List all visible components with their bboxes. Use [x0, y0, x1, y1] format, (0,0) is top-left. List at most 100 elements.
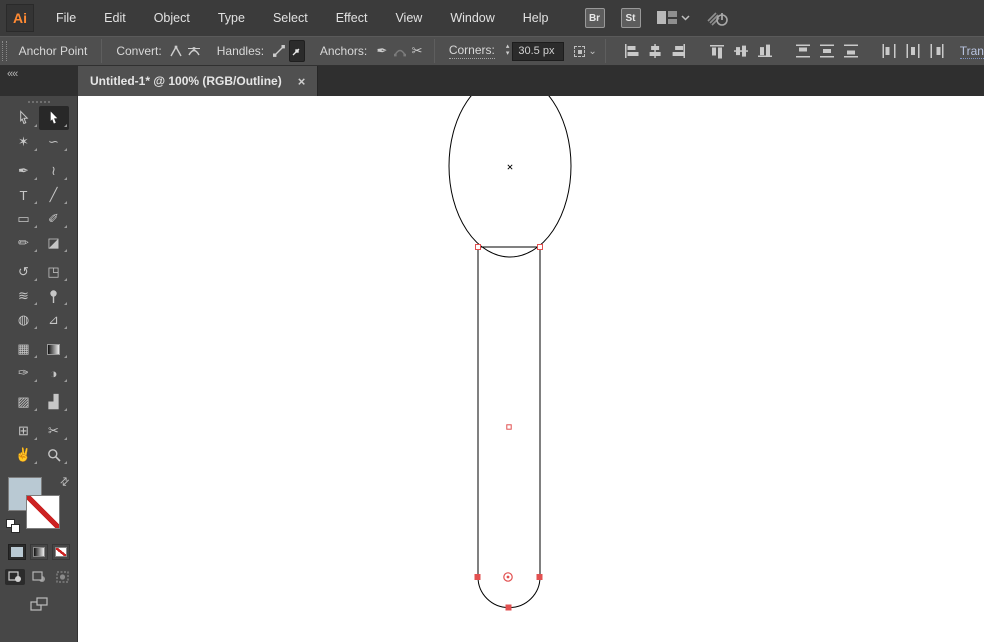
symbol-sprayer-tool[interactable]: ▨	[9, 390, 39, 414]
stock-icon[interactable]: St	[620, 8, 641, 28]
default-fill-chip	[10, 524, 20, 533]
paintbrush-tool[interactable]: ✐	[39, 207, 69, 231]
draw-inside-button[interactable]	[53, 569, 73, 585]
horizontal-distribute-right-icon[interactable]	[927, 40, 947, 62]
paint-style-row	[7, 544, 70, 560]
eyedropper-tool[interactable]: ✑	[9, 361, 39, 385]
anchor-point-selected[interactable]	[536, 574, 543, 580]
anchor-point[interactable]	[537, 244, 543, 250]
pencil-tool[interactable]: ✏	[9, 231, 39, 255]
mesh-tool[interactable]: ▦	[9, 337, 39, 361]
workspace-switcher[interactable]	[656, 11, 690, 25]
menu-view[interactable]: View	[381, 11, 436, 25]
hand-tool[interactable]: ✌	[9, 443, 39, 467]
bridge-icon[interactable]: Br	[584, 8, 605, 28]
gradient-button[interactable]	[29, 544, 48, 560]
separator	[101, 39, 103, 63]
artwork-layer	[448, 96, 572, 611]
select-similar-options[interactable]: ⌄	[574, 45, 597, 57]
fill-stroke-control: ⇄	[5, 474, 73, 535]
menu-type[interactable]: Type	[204, 11, 259, 25]
default-fill-stroke-icon[interactable]	[5, 519, 20, 533]
anchor-point[interactable]	[475, 244, 481, 250]
transform-link[interactable]: Tran	[959, 44, 984, 59]
context-label: Anchor Point	[18, 44, 88, 58]
swap-fill-stroke-icon[interactable]: ⇄	[57, 474, 73, 489]
shape-builder-tool[interactable]: ◍	[9, 308, 39, 332]
chevron-down-icon: ⌄	[588, 45, 597, 57]
horizontal-distribute-center-icon[interactable]	[903, 40, 923, 62]
corners-stepper[interactable]: ▴ ▾	[506, 43, 510, 58]
ellipse-center-marker	[507, 164, 513, 170]
draw-behind-button[interactable]	[29, 569, 49, 585]
line-segment-tool[interactable]: ╱	[39, 183, 69, 207]
spoon-bowl-path[interactable]	[448, 96, 572, 258]
convert-to-corner-button[interactable]	[169, 40, 185, 62]
close-icon[interactable]: ×	[298, 74, 306, 89]
zoom-tool[interactable]	[39, 443, 69, 467]
horizontal-align-right-icon[interactable]	[669, 40, 689, 62]
horizontal-distribute-left-icon[interactable]	[879, 40, 899, 62]
perspective-grid-tool[interactable]: ⊿	[39, 308, 69, 332]
vertical-distribute-center-icon[interactable]	[817, 40, 837, 62]
vertical-distribute-top-icon[interactable]	[793, 40, 813, 62]
artboard-tool[interactable]: ⊞	[9, 419, 39, 443]
vertical-align-top-icon[interactable]	[707, 40, 727, 62]
curvature-tool[interactable]: ≀	[39, 159, 69, 183]
puppet-warp-tool[interactable]	[39, 284, 69, 308]
anchor-point-selected[interactable]	[474, 574, 481, 580]
menu-object[interactable]: Object	[140, 11, 204, 25]
horizontal-align-left-icon[interactable]	[621, 40, 641, 62]
collapse-panel-icon[interactable]: ««	[7, 68, 18, 80]
pen-tool[interactable]: ✒	[9, 159, 39, 183]
control-bar-grip[interactable]	[2, 41, 7, 61]
scale-tool[interactable]: ◳	[39, 260, 69, 284]
lasso-tool[interactable]: ∽	[39, 130, 69, 154]
rectangle-tool[interactable]: ▭	[9, 207, 39, 231]
stepper-down-icon[interactable]: ▾	[506, 50, 510, 58]
menu-window[interactable]: Window	[436, 11, 508, 25]
corners-link[interactable]: Corners:	[448, 43, 495, 59]
screen-mode-button[interactable]	[29, 597, 48, 617]
tools-panel-grip[interactable]	[27, 101, 50, 103]
convert-to-smooth-button[interactable]	[186, 40, 202, 62]
illustrator-window: Ai File Edit Object Type Select Effect View Win…	[0, 0, 984, 642]
vertical-distribute-bottom-icon[interactable]	[841, 40, 861, 62]
menu-select[interactable]: Select	[259, 11, 322, 25]
eraser-tool[interactable]: ◪	[39, 231, 69, 255]
color-button[interactable]	[7, 544, 26, 560]
menu-help[interactable]: Help	[509, 11, 563, 25]
gradient-tool[interactable]	[39, 337, 69, 361]
blend-tool[interactable]: ◑	[39, 361, 69, 385]
rotate-tool[interactable]: ↺	[9, 260, 39, 284]
stroke-swatch[interactable]	[25, 495, 60, 529]
anchor-point-selected[interactable]	[505, 604, 512, 611]
draw-normal-button[interactable]	[4, 569, 25, 585]
spoon-handle-path[interactable]	[477, 246, 541, 609]
connect-endpoints-icon[interactable]	[392, 40, 408, 62]
document-tab[interactable]: Untitled-1* @ 100% (RGB/Outline) ×	[78, 66, 319, 96]
selection-tool[interactable]	[9, 106, 39, 130]
column-graph-tool[interactable]: ▟	[39, 390, 69, 414]
artboard-canvas[interactable]	[78, 96, 984, 642]
none-button[interactable]	[51, 544, 70, 560]
live-corner-widget-dot	[506, 575, 510, 579]
vertical-align-center-icon[interactable]	[731, 40, 751, 62]
corners-value-input[interactable]	[512, 41, 565, 61]
show-handles-button[interactable]	[271, 40, 287, 62]
horizontal-align-center-icon[interactable]	[645, 40, 665, 62]
menu-edit[interactable]: Edit	[90, 11, 140, 25]
cut-path-icon[interactable]: ✂	[409, 40, 425, 62]
menu-file[interactable]: File	[42, 11, 90, 25]
slice-tool[interactable]: ✂	[39, 419, 69, 443]
remove-anchor-icon[interactable]: ✒	[374, 40, 390, 62]
magic-wand-tool[interactable]: ✶	[9, 130, 39, 154]
menu-effect[interactable]: Effect	[322, 11, 382, 25]
type-tool[interactable]: T	[9, 183, 39, 207]
hide-handles-button[interactable]	[288, 40, 305, 62]
vertical-align-bottom-icon[interactable]	[755, 40, 775, 62]
width-tool[interactable]: ≋	[9, 284, 39, 308]
direct-selection-tool[interactable]	[38, 106, 69, 130]
document-tab-strip: «« Untitled-1* @ 100% (RGB/Outline) ×	[0, 66, 984, 96]
share-icon[interactable]	[706, 9, 730, 27]
